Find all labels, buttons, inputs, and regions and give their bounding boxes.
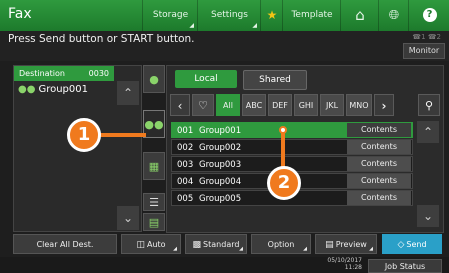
help-icon: ? [422, 7, 437, 22]
contents-button[interactable]: Contents [347, 191, 411, 205]
preview-icon: ▤ [325, 240, 334, 250]
filter-jkl[interactable]: JKL [320, 94, 344, 116]
scroll-up-button[interactable]: ⌃ [117, 81, 139, 105]
clear-all-destinations-button[interactable]: Clear All Dest. [13, 234, 117, 254]
tab-shared[interactable]: Shared [243, 70, 307, 90]
send-button[interactable]: ◇ Send [382, 234, 442, 254]
template-label: Template [291, 10, 333, 20]
row-name: Group004 [199, 177, 242, 187]
contents-button[interactable]: Contents [347, 174, 411, 188]
row-number: 003 [177, 160, 194, 170]
row-name: Group001 [199, 126, 242, 136]
contents-button[interactable]: Contents [347, 123, 411, 137]
top-bar: Fax Storage ◢ Settings ◢ ★ Template ⌂ 🌐︎… [0, 0, 449, 31]
storage-button[interactable]: Storage ◢ [142, 0, 198, 31]
send-icon: ◇ [397, 240, 405, 250]
row-number: 002 [177, 143, 194, 153]
corner-arrow-icon: ◢ [239, 246, 243, 252]
corner-arrow-icon: ◢ [173, 246, 177, 252]
date-text: 05/10/2017 [327, 257, 362, 264]
direct-entry-icon[interactable]: ▦ [143, 152, 165, 180]
destination-item-label: Group001 [38, 84, 88, 95]
address-type-tabs: ● ●● ▦ ☰ ▤ [143, 65, 165, 231]
scroll-down-button[interactable]: ⌄ [117, 206, 139, 230]
thumbnail-view-icon[interactable]: ▤ [143, 213, 165, 231]
help-button[interactable]: ? [408, 0, 449, 31]
group-tab-icon[interactable]: ●● [143, 110, 165, 138]
corner-arrow-icon: ◢ [303, 246, 307, 252]
status-bar: 05/10/2017 11:28 Job Status [0, 257, 449, 273]
standard-button[interactable]: ▩ Standard ◢ [185, 234, 247, 254]
callout-1-badge: 1 [67, 118, 101, 152]
destination-count: 0030 [88, 69, 109, 78]
row-name: Group003 [199, 160, 242, 170]
list-scroll-up-button[interactable]: ⌃ [417, 121, 439, 143]
destination-header: Destination 0030 [14, 66, 114, 81]
single-contact-icon[interactable]: ● [143, 65, 165, 93]
option-label: Option [267, 240, 295, 249]
row-name: Group002 [199, 143, 242, 153]
tab-local[interactable]: Local [175, 70, 237, 88]
corner-arrow-icon: ◢ [189, 22, 194, 29]
row-name: Group005 [199, 194, 242, 204]
preview-button[interactable]: ▤ Preview ◢ [315, 234, 377, 254]
filter-abc[interactable]: ABC [242, 94, 266, 116]
contents-button[interactable]: Contents [347, 157, 411, 171]
job-status-button[interactable]: Job Status [368, 259, 442, 273]
home-icon[interactable]: ⌂ [340, 0, 379, 31]
list-view-icon[interactable]: ☰ [143, 193, 165, 211]
bottom-bar: Clear All Dest. ◫ Auto ◢ ▩ Standard ◢ Opti… [0, 234, 449, 256]
prev-filter-icon[interactable]: ‹ [170, 94, 190, 116]
fax-screen: Fax Storage ◢ Settings ◢ ★ Template ⌂ 🌐︎… [0, 0, 449, 273]
monitor-button[interactable]: Monitor [403, 43, 445, 59]
time-text: 11:28 [344, 264, 362, 271]
destination-item[interactable]: ●● Group001 [18, 84, 88, 95]
color-mode-icon: ◫ [136, 240, 145, 250]
auto-button[interactable]: ◫ Auto ◢ [121, 234, 181, 254]
next-filter-icon[interactable]: › [374, 94, 394, 116]
callout-2-leader [281, 133, 285, 167]
auto-label: Auto [146, 240, 166, 249]
storage-label: Storage [152, 10, 189, 20]
callout-1-leader [100, 133, 146, 137]
line-indicator: ☎1 ☎2 [412, 33, 441, 41]
filter-mno[interactable]: MNO [346, 94, 372, 116]
filter-ghi[interactable]: GHI [294, 94, 318, 116]
standard-label: Standard [203, 240, 240, 249]
search-icon[interactable]: ⚲ [418, 94, 440, 116]
option-button[interactable]: Option ◢ [251, 234, 311, 254]
globe-icon[interactable]: 🌐︎ [378, 0, 409, 31]
contents-button[interactable]: Contents [347, 140, 411, 154]
row-number: 005 [177, 194, 194, 204]
address-book-panel: Local Shared ‹ ♡ All ABC DEF GHI JKL MNO… [166, 65, 444, 233]
app-title: Fax [8, 6, 32, 22]
filter-def[interactable]: DEF [268, 94, 292, 116]
row-number: 004 [177, 177, 194, 187]
status-message: Press Send button or START button. [8, 33, 195, 45]
resolution-icon: ▩ [192, 240, 202, 250]
corner-arrow-icon: ◢ [369, 246, 373, 252]
template-button[interactable]: Template [282, 0, 341, 31]
favorite-heart-icon[interactable]: ♡ [192, 94, 214, 116]
preview-label: Preview [335, 240, 367, 249]
group-icon: ●● [18, 84, 36, 95]
table-row[interactable]: 002 Group002 Contents [171, 139, 413, 155]
send-label: Send [406, 240, 427, 249]
callout-2-badge: 2 [267, 166, 301, 200]
filter-all[interactable]: All [216, 94, 240, 116]
favorite-star-icon[interactable]: ★ [260, 0, 283, 31]
list-scroll-down-button[interactable]: ⌄ [417, 205, 439, 227]
row-number: 001 [177, 126, 194, 136]
table-row[interactable]: 001 Group001 Contents [171, 122, 413, 138]
settings-label: Settings [211, 10, 248, 20]
corner-arrow-icon: ◢ [252, 22, 257, 29]
destination-label: Destination [19, 69, 65, 78]
settings-button[interactable]: Settings ◢ [197, 0, 261, 31]
date-time: 05/10/2017 11:28 [326, 257, 362, 271]
message-bar: Press Send button or START button. ☎1 ☎2… [0, 31, 449, 61]
